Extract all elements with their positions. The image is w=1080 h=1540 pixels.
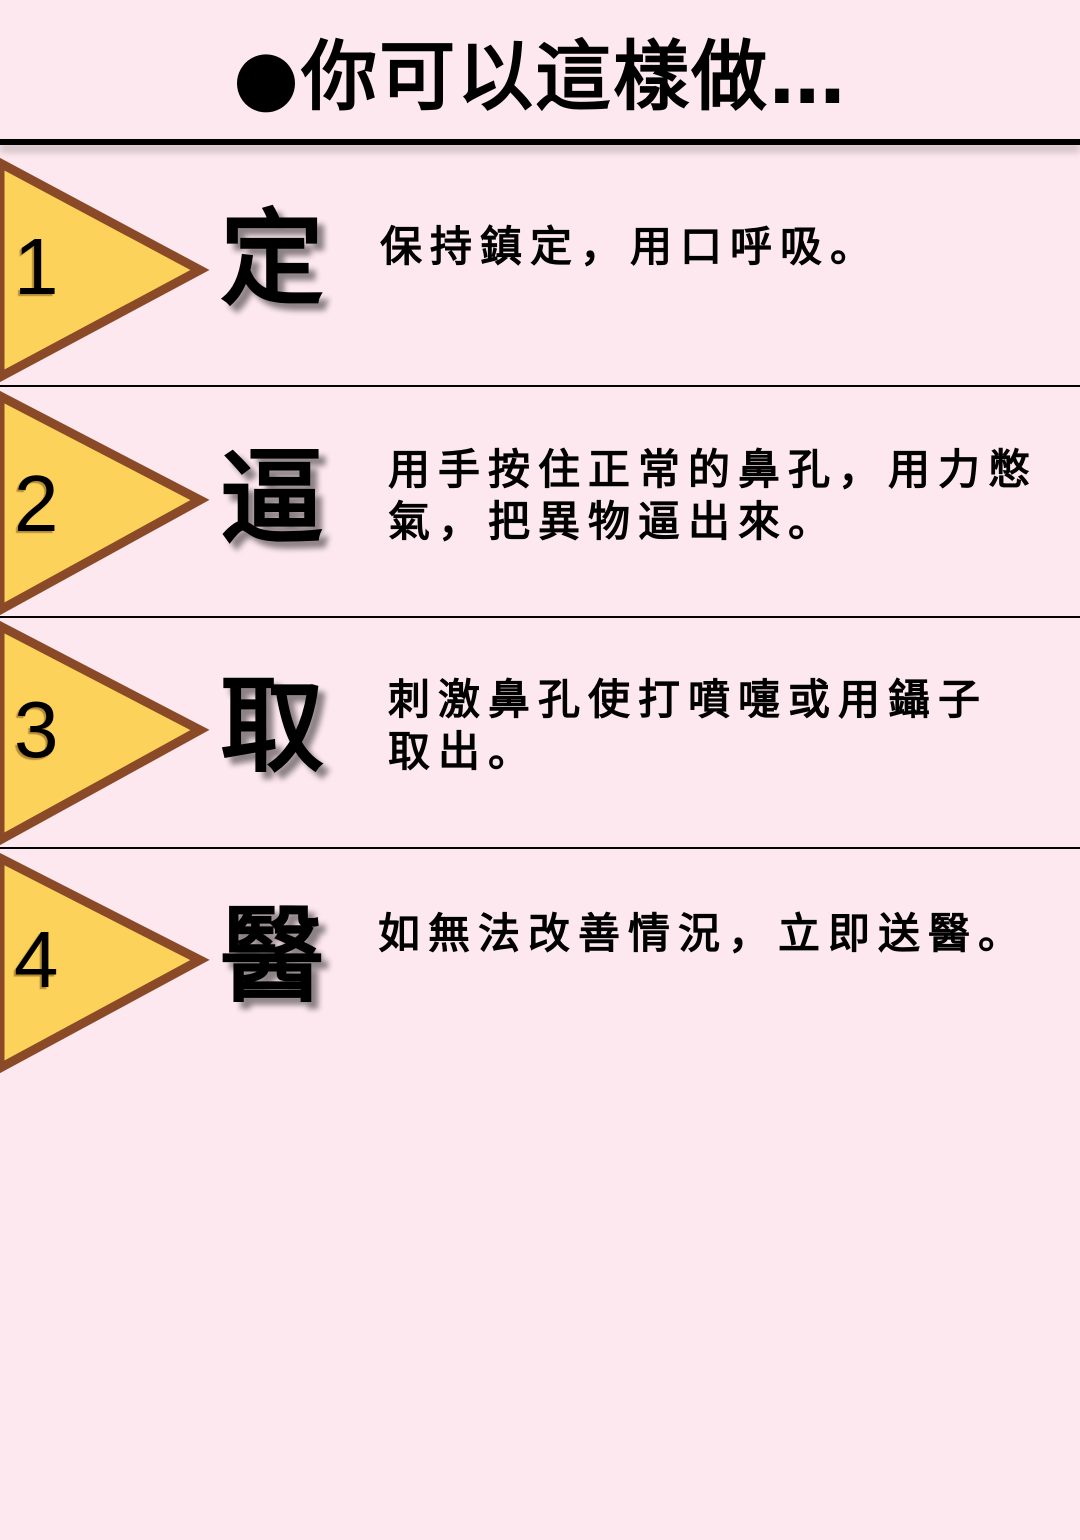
step-3: 3 取 刺激鼻孔使打噴嚏或用鑷子取出。 xyxy=(0,618,1080,848)
step-number: 3 xyxy=(14,685,59,774)
step-keyword: 定 xyxy=(220,197,325,320)
step-divider xyxy=(0,847,1080,849)
step-keyword: 取 xyxy=(220,664,325,787)
step-number: 1 xyxy=(14,222,59,311)
step-1: 1 定 保持鎮定，用口呼吸。 xyxy=(0,155,1080,385)
title-divider xyxy=(0,139,1080,145)
step-4: 4 醫 如無法改善情況，立即送醫。 xyxy=(0,850,1080,1080)
step-keyword: 逼 xyxy=(220,436,325,559)
step-description: 如無法改善情況，立即送醫。 xyxy=(378,909,1029,958)
step-divider xyxy=(0,385,1080,387)
step-description: 刺激鼻孔使打噴嚏或用鑷子取出。 xyxy=(388,675,989,776)
step-description: 用手按住正常的鼻孔，用力憋氣，把異物逼出來。 xyxy=(388,445,1039,546)
step-number: 2 xyxy=(14,459,59,548)
step-keyword: 醫 xyxy=(220,894,325,1017)
step-description: 保持鎮定，用口呼吸。 xyxy=(380,222,881,271)
page-title: ●你可以這樣做… xyxy=(232,32,848,121)
step-number: 4 xyxy=(14,915,59,1004)
step-2: 2 逼 用手按住正常的鼻孔，用力憋氣，把異物逼出來。 xyxy=(0,388,1080,618)
